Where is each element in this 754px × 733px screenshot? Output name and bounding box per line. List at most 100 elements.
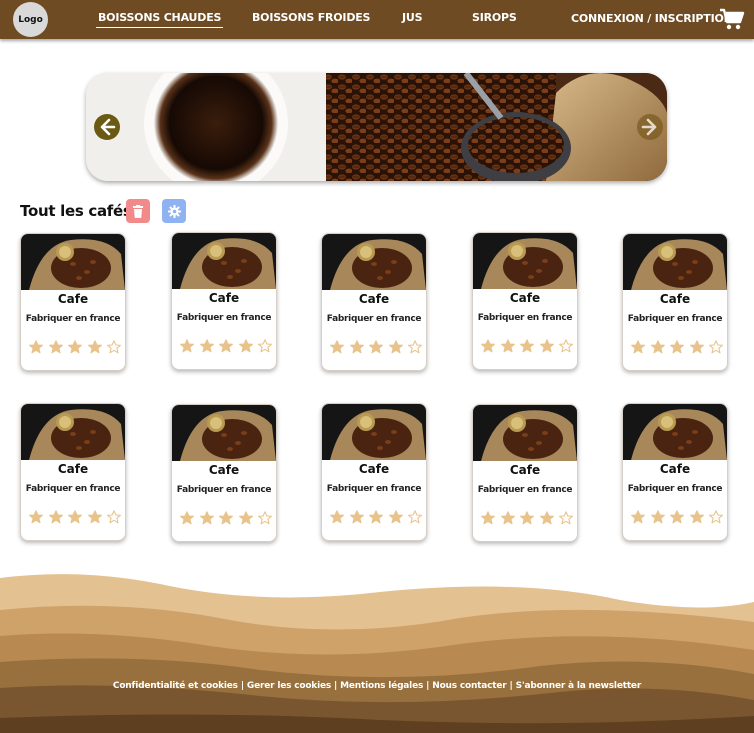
top-navbar: Logo BOISSONS CHAUDES BOISSONS FROIDES J… bbox=[0, 0, 754, 39]
gear-icon bbox=[167, 204, 181, 218]
star-filled-icon[interactable] bbox=[689, 340, 704, 354]
star-filled-icon[interactable] bbox=[87, 510, 102, 524]
star-filled-icon[interactable] bbox=[481, 339, 495, 353]
star-filled-icon[interactable] bbox=[68, 340, 82, 354]
carousel-next-button[interactable] bbox=[637, 114, 663, 140]
star-filled-icon[interactable] bbox=[670, 340, 684, 354]
rating-stars bbox=[631, 340, 723, 354]
footer-link-contact[interactable]: Nous contacter bbox=[432, 681, 506, 691]
star-empty-icon[interactable] bbox=[709, 340, 723, 354]
product-card[interactable]: Cafe Fabriquer en france bbox=[171, 404, 277, 542]
star-filled-icon[interactable] bbox=[520, 339, 534, 353]
star-filled-icon[interactable] bbox=[539, 339, 554, 353]
product-origin: Fabriquer en france bbox=[176, 485, 272, 495]
product-name: Cafe bbox=[659, 292, 691, 306]
star-empty-icon[interactable] bbox=[258, 339, 272, 353]
footer-link-newsletter[interactable]: S'abonner à la newsletter bbox=[516, 681, 642, 691]
star-filled-icon[interactable] bbox=[500, 339, 515, 353]
star-filled-icon[interactable] bbox=[238, 339, 253, 353]
product-name: Cafe bbox=[509, 463, 541, 477]
login-link[interactable]: CONNEXION / INSCRIPTION bbox=[571, 12, 733, 25]
star-filled-icon[interactable] bbox=[369, 510, 383, 524]
product-name: Cafe bbox=[57, 292, 89, 306]
star-filled-icon[interactable] bbox=[68, 510, 82, 524]
arrow-right-icon bbox=[641, 118, 657, 136]
star-filled-icon[interactable] bbox=[238, 511, 253, 525]
nav-boissons-froides[interactable]: BOISSONS FROIDES bbox=[252, 11, 370, 24]
product-card[interactable]: Cafe Fabriquer en france bbox=[321, 233, 427, 371]
footer-link-legal[interactable]: Mentions légales bbox=[340, 681, 423, 691]
product-image bbox=[623, 404, 727, 460]
star-filled-icon[interactable] bbox=[388, 340, 403, 354]
star-filled-icon[interactable] bbox=[689, 510, 704, 524]
star-filled-icon[interactable] bbox=[670, 510, 684, 524]
star-filled-icon[interactable] bbox=[29, 340, 43, 354]
star-empty-icon[interactable] bbox=[408, 340, 422, 354]
star-filled-icon[interactable] bbox=[388, 510, 403, 524]
product-name: Cafe bbox=[57, 462, 89, 476]
star-empty-icon[interactable] bbox=[258, 511, 272, 525]
product-name: Cafe bbox=[208, 291, 240, 305]
star-empty-icon[interactable] bbox=[107, 510, 121, 524]
star-filled-icon[interactable] bbox=[330, 510, 344, 524]
star-filled-icon[interactable] bbox=[631, 510, 645, 524]
star-filled-icon[interactable] bbox=[349, 510, 364, 524]
nav-sirops[interactable]: SIROPS bbox=[472, 11, 517, 24]
star-filled-icon[interactable] bbox=[219, 511, 233, 525]
star-empty-icon[interactable] bbox=[107, 340, 121, 354]
logo[interactable]: Logo bbox=[13, 2, 48, 37]
star-filled-icon[interactable] bbox=[520, 511, 534, 525]
star-filled-icon[interactable] bbox=[539, 511, 554, 525]
arrow-left-icon bbox=[100, 118, 116, 136]
star-filled-icon[interactable] bbox=[48, 340, 63, 354]
rating-stars bbox=[481, 339, 573, 353]
product-card[interactable]: Cafe Fabriquer en france bbox=[622, 233, 728, 371]
rating-stars bbox=[330, 340, 422, 354]
star-empty-icon[interactable] bbox=[709, 510, 723, 524]
nav-boissons-chaudes[interactable]: BOISSONS CHAUDES bbox=[95, 11, 224, 28]
star-filled-icon[interactable] bbox=[369, 340, 383, 354]
product-card[interactable]: Cafe Fabriquer en france bbox=[171, 232, 277, 370]
star-filled-icon[interactable] bbox=[330, 340, 344, 354]
star-filled-icon[interactable] bbox=[631, 340, 645, 354]
star-filled-icon[interactable] bbox=[180, 339, 194, 353]
star-empty-icon[interactable] bbox=[559, 511, 573, 525]
cart-icon[interactable] bbox=[719, 7, 745, 31]
rating-stars bbox=[29, 510, 121, 524]
settings-button[interactable] bbox=[162, 199, 186, 223]
product-name: Cafe bbox=[659, 462, 691, 476]
footer-link-cookies[interactable]: Gerer les cookies bbox=[247, 681, 331, 691]
star-filled-icon[interactable] bbox=[199, 511, 214, 525]
star-filled-icon[interactable] bbox=[481, 511, 495, 525]
star-filled-icon[interactable] bbox=[48, 510, 63, 524]
hero-carousel bbox=[86, 73, 667, 181]
product-card[interactable]: Cafe Fabriquer en france bbox=[472, 404, 578, 542]
star-filled-icon[interactable] bbox=[87, 340, 102, 354]
footer-link-privacy[interactable]: Confidentialité et cookies bbox=[113, 681, 238, 691]
star-filled-icon[interactable] bbox=[650, 510, 665, 524]
product-image bbox=[322, 234, 426, 290]
star-filled-icon[interactable] bbox=[180, 511, 194, 525]
star-filled-icon[interactable] bbox=[650, 340, 665, 354]
product-card[interactable]: Cafe Fabriquer en france bbox=[20, 403, 126, 541]
star-filled-icon[interactable] bbox=[219, 339, 233, 353]
product-image bbox=[322, 404, 426, 460]
product-card[interactable]: Cafe Fabriquer en france bbox=[20, 233, 126, 371]
star-filled-icon[interactable] bbox=[349, 340, 364, 354]
product-image bbox=[473, 405, 577, 461]
product-card[interactable]: Cafe Fabriquer en france bbox=[472, 232, 578, 370]
product-origin: Fabriquer en france bbox=[326, 484, 422, 494]
delete-button[interactable] bbox=[126, 199, 150, 223]
carousel-prev-button[interactable] bbox=[94, 114, 120, 140]
product-image bbox=[21, 234, 125, 290]
nav-jus[interactable]: JUS bbox=[402, 11, 423, 24]
product-card[interactable]: Cafe Fabriquer en france bbox=[321, 403, 427, 541]
rating-stars bbox=[330, 510, 422, 524]
product-name: Cafe bbox=[208, 463, 240, 477]
star-filled-icon[interactable] bbox=[500, 511, 515, 525]
star-empty-icon[interactable] bbox=[408, 510, 422, 524]
star-filled-icon[interactable] bbox=[199, 339, 214, 353]
star-filled-icon[interactable] bbox=[29, 510, 43, 524]
star-empty-icon[interactable] bbox=[559, 339, 573, 353]
product-card[interactable]: Cafe Fabriquer en france bbox=[622, 403, 728, 541]
